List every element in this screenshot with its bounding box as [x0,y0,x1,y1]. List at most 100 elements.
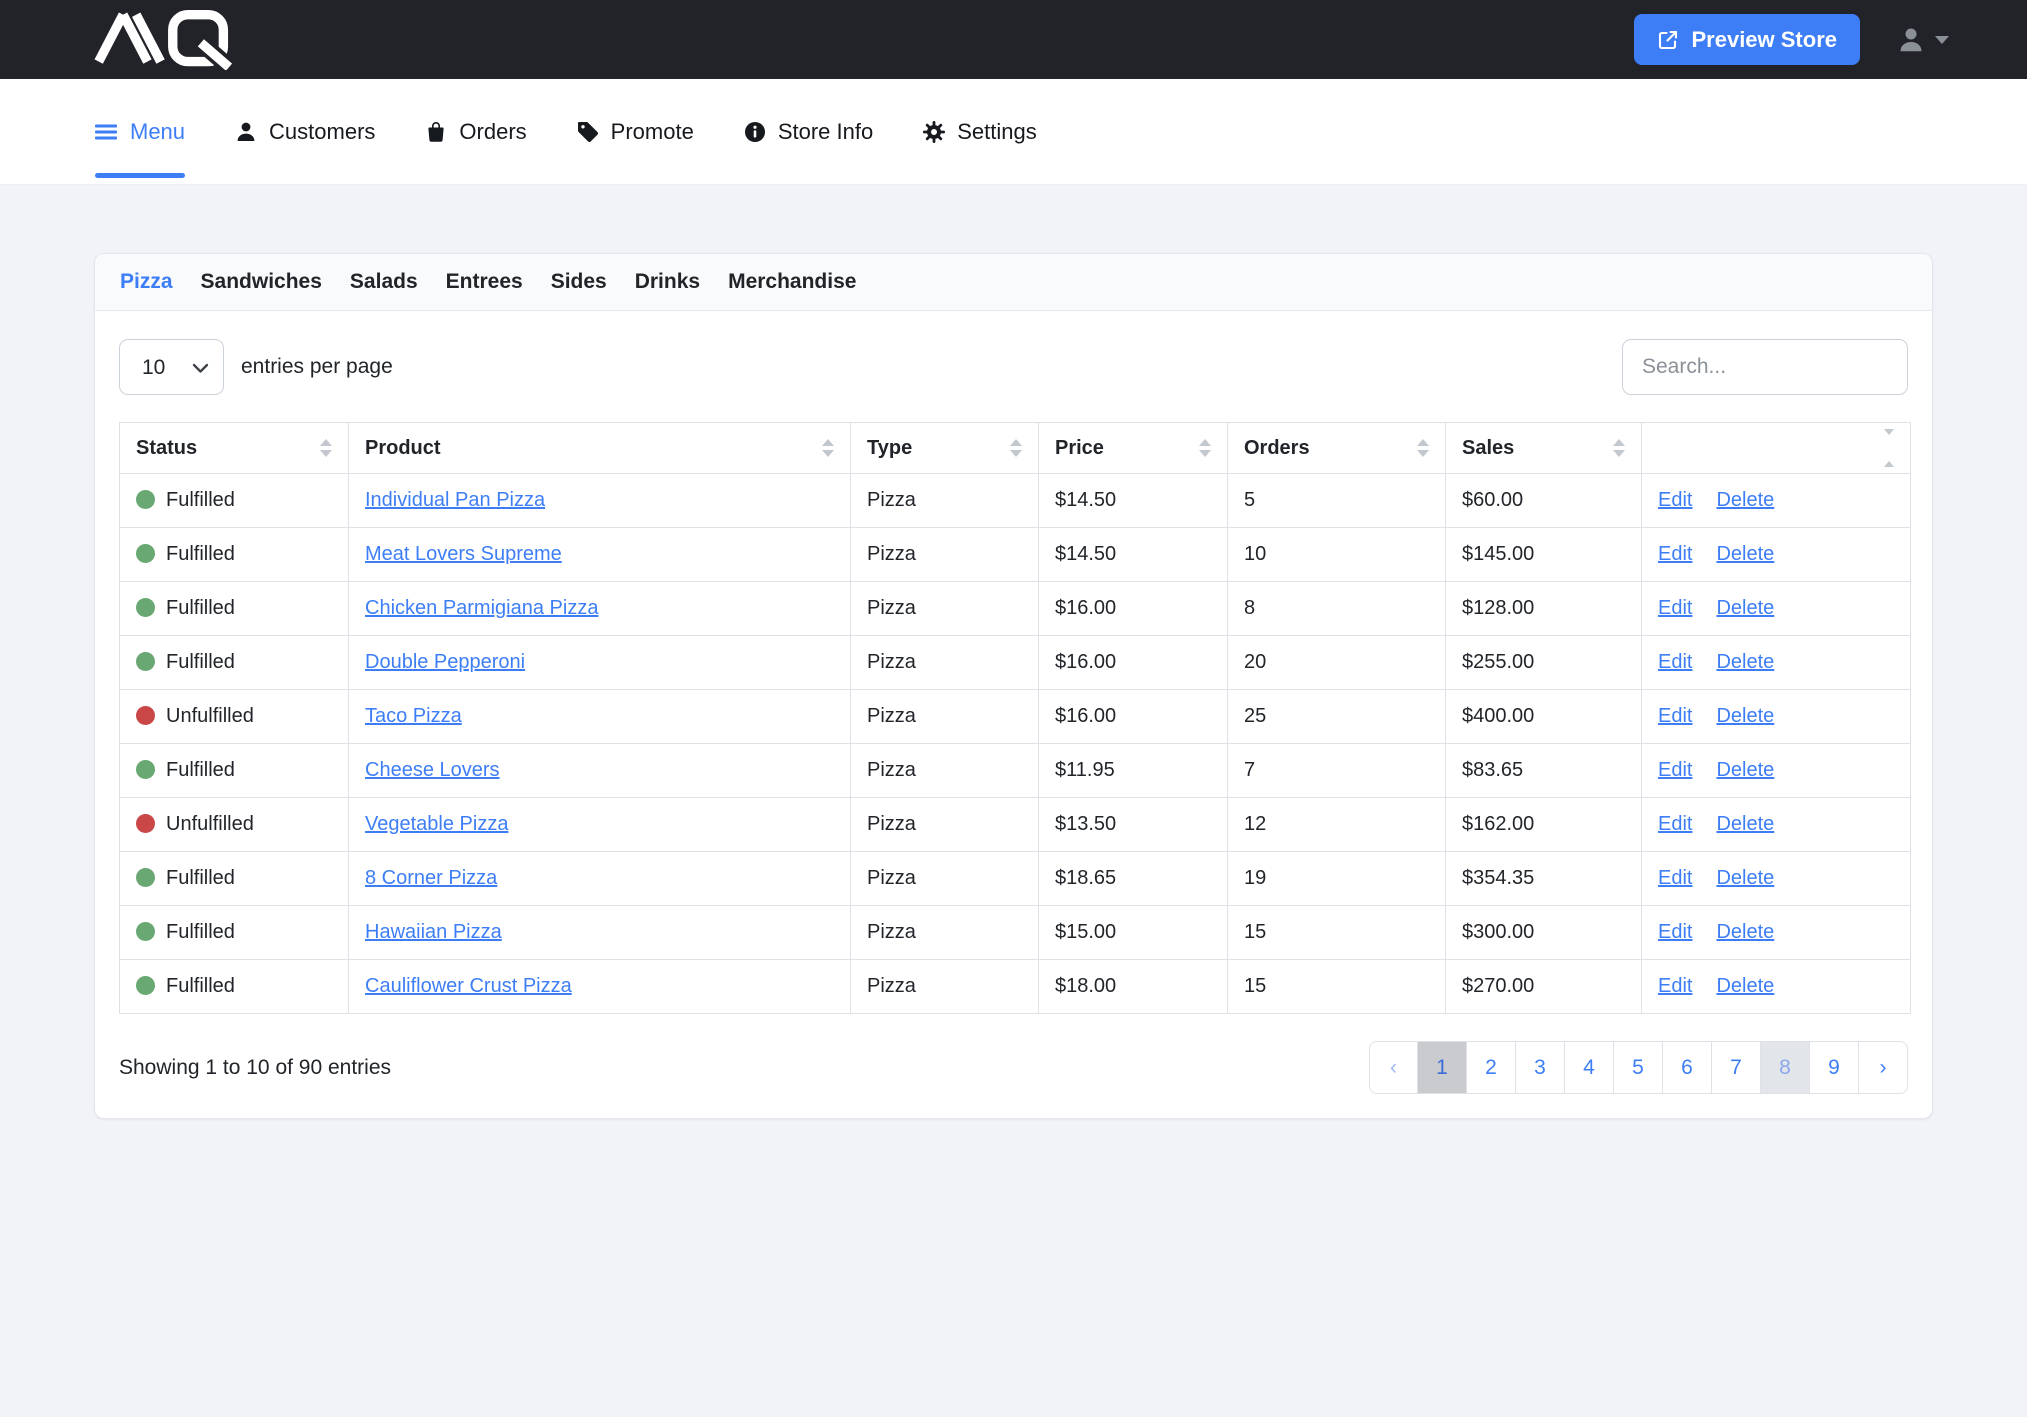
product-link[interactable]: Cauliflower Crust Pizza [365,975,572,997]
delete-link[interactable]: Delete [1716,759,1774,781]
delete-link[interactable]: Delete [1716,489,1774,511]
price-cell: $16.00 [1039,636,1228,690]
nav-item-settings[interactable]: Settings [922,79,1037,184]
pagination-page-5[interactable]: 5 [1614,1041,1663,1094]
sales-cell: $354.35 [1446,852,1642,906]
product-link[interactable]: Cheese Lovers [365,759,500,781]
tab-pizza[interactable]: Pizza [120,270,173,294]
nav-item-customers[interactable]: Customers [234,79,375,184]
pagination-page-9[interactable]: 9 [1810,1041,1859,1094]
tab-salads[interactable]: Salads [350,270,418,294]
table-header-row: StatusProductType Price OrdersSales [120,423,1911,474]
menu-card: Pizza Sandwiches Salads Entrees Sides Drinks M… [94,253,1933,1119]
column-header-orders[interactable]: Orders [1228,423,1446,474]
product-link[interactable]: Chicken Parmigiana Pizza [365,597,598,619]
nav-item-menu[interactable]: Menu [95,79,185,184]
actions-cell: Edit Delete [1642,852,1911,906]
info-circle-icon [743,120,767,144]
product-link[interactable]: 8 Corner Pizza [365,867,497,889]
preview-store-button[interactable]: Preview Store [1634,14,1860,65]
status-label: Unfulfilled [166,705,254,727]
pagination-page-6[interactable]: 6 [1663,1041,1712,1094]
person-icon [1896,25,1926,55]
edit-link[interactable]: Edit [1658,543,1692,565]
nav-item-store-info[interactable]: Store Info [743,79,873,184]
product-link[interactable]: Vegetable Pizza [365,813,508,835]
sales-cell: $145.00 [1446,528,1642,582]
sales-cell: $300.00 [1446,906,1642,960]
product-link[interactable]: Individual Pan Pizza [365,489,545,511]
edit-link[interactable]: Edit [1658,921,1692,943]
tab-entrees[interactable]: Entrees [446,270,523,294]
sales-cell: $255.00 [1446,636,1642,690]
edit-link[interactable]: Edit [1658,867,1692,889]
delete-link[interactable]: Delete [1716,651,1774,673]
product-link[interactable]: Taco Pizza [365,705,462,727]
pagination-page-4[interactable]: 4 [1565,1041,1614,1094]
column-header-sales[interactable]: Sales [1446,423,1642,474]
delete-link[interactable]: Delete [1716,921,1774,943]
delete-link[interactable]: Delete [1716,975,1774,997]
pagination-page-2[interactable]: 2 [1467,1041,1516,1094]
tab-drinks[interactable]: Drinks [635,270,700,294]
delete-link[interactable]: Delete [1716,813,1774,835]
column-label: Price [1055,437,1104,460]
delete-link[interactable]: Delete [1716,543,1774,565]
type-cell: Pizza [851,582,1039,636]
product-link[interactable]: Hawaiian Pizza [365,921,502,943]
product-cell: Vegetable Pizza [349,798,851,852]
main-content: Pizza Sandwiches Salads Entrees Sides Drinks M… [0,185,2027,1119]
pagination-page-8[interactable]: 8 [1761,1041,1810,1094]
status-dot [136,490,155,509]
edit-link[interactable]: Edit [1658,975,1692,997]
sort-icon [320,439,332,457]
status-dot [136,598,155,617]
pagination-next-button[interactable]: › [1859,1041,1908,1094]
pagination-prev-button[interactable]: ‹ [1369,1041,1418,1094]
delete-link[interactable]: Delete [1716,867,1774,889]
sort-icon [1417,439,1429,457]
edit-link[interactable]: Edit [1658,651,1692,673]
edit-link[interactable]: Edit [1658,759,1692,781]
orders-cell: 5 [1228,474,1446,528]
price-cell: $16.00 [1039,690,1228,744]
status-cell: Fulfilled [120,474,349,528]
type-cell: Pizza [851,636,1039,690]
person-icon [234,120,258,144]
edit-link[interactable]: Edit [1658,489,1692,511]
delete-link[interactable]: Delete [1716,597,1774,619]
sales-cell: $60.00 [1446,474,1642,528]
entries-per-page-select[interactable]: 10 [119,339,224,395]
status-cell: Fulfilled [120,582,349,636]
status-cell: Fulfilled [120,636,349,690]
product-cell: Taco Pizza [349,690,851,744]
edit-link[interactable]: Edit [1658,705,1692,727]
app-logo[interactable] [90,10,248,70]
type-cell: Pizza [851,744,1039,798]
column-header-type[interactable]: Type [851,423,1039,474]
column-header-actions[interactable] [1642,423,1911,474]
tab-sides[interactable]: Sides [551,270,607,294]
column-header-status[interactable]: Status [120,423,349,474]
pagination-page-7[interactable]: 7 [1712,1041,1761,1094]
status-cell: Unfulfilled [120,690,349,744]
delete-link[interactable]: Delete [1716,705,1774,727]
product-link[interactable]: Meat Lovers Supreme [365,543,562,565]
nav-item-orders[interactable]: Orders [424,79,526,184]
search-input[interactable] [1622,339,1908,395]
tab-merchandise[interactable]: Merchandise [728,270,856,294]
sales-cell: $400.00 [1446,690,1642,744]
nav-item-promote[interactable]: Promote [576,79,694,184]
user-menu[interactable] [1896,25,1949,55]
tab-sandwiches[interactable]: Sandwiches [201,270,322,294]
edit-link[interactable]: Edit [1658,597,1692,619]
orders-cell: 25 [1228,690,1446,744]
edit-link[interactable]: Edit [1658,813,1692,835]
column-header-product[interactable]: Product [349,423,851,474]
sort-icon [1658,429,1894,467]
pagination-page-1[interactable]: 1 [1418,1041,1467,1094]
column-header-price[interactable]: Price [1039,423,1228,474]
price-cell: $11.95 [1039,744,1228,798]
pagination-page-3[interactable]: 3 [1516,1041,1565,1094]
product-link[interactable]: Double Pepperoni [365,651,525,673]
